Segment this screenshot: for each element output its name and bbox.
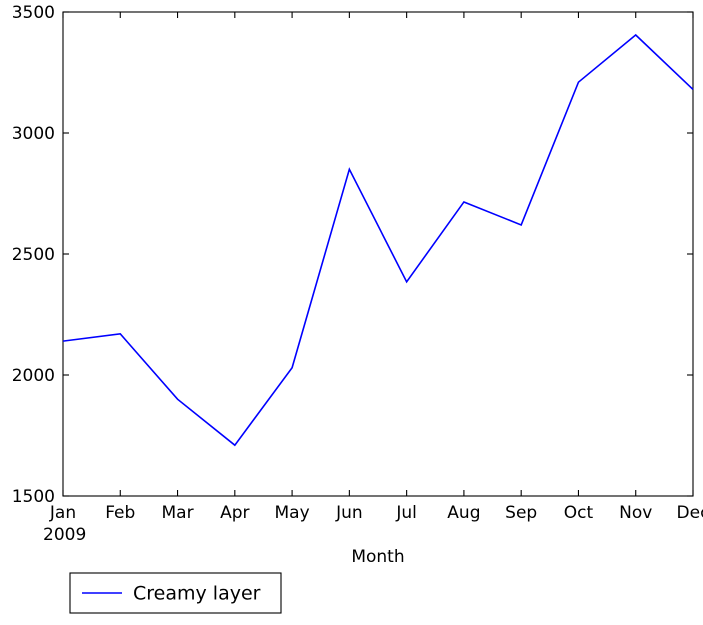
y-tick-label: 3000 [12, 124, 55, 144]
chart-legend[interactable]: Creamy layer [69, 572, 282, 614]
y-tick-label: 1500 [12, 487, 55, 507]
x-tick-label: Aug [447, 503, 480, 523]
x-axis-year-label: 2009 [43, 525, 86, 545]
y-tick-label: 2000 [12, 366, 55, 386]
legend-entry-label: Creamy layer [133, 583, 261, 605]
plot-area-background [63, 12, 693, 496]
x-tick-label: Sep [505, 503, 537, 523]
chart-figure: 1500 2000 2500 3000 3500 Jan Feb Mar Apr May Jun J… [0, 0, 703, 621]
x-tick-label: Mar [162, 503, 194, 523]
x-tick-label: May [275, 503, 310, 523]
x-tick-label: Jun [335, 503, 363, 523]
x-tick-label: Jan [49, 503, 76, 523]
x-tick-label: Dec [677, 503, 703, 523]
x-tick-label: Feb [105, 503, 135, 523]
y-tick-label: 2500 [12, 245, 55, 265]
x-tick-label: Apr [220, 503, 249, 523]
x-tick-label: Oct [564, 503, 594, 523]
x-tick-label: Jul [395, 503, 417, 523]
x-tick-label: Nov [619, 503, 652, 523]
x-axis-title: Month [351, 547, 404, 567]
line-chart-svg: 1500 2000 2500 3000 3500 Jan Feb Mar Apr May Jun J… [12, 3, 703, 614]
y-tick-label: 3500 [12, 3, 55, 23]
